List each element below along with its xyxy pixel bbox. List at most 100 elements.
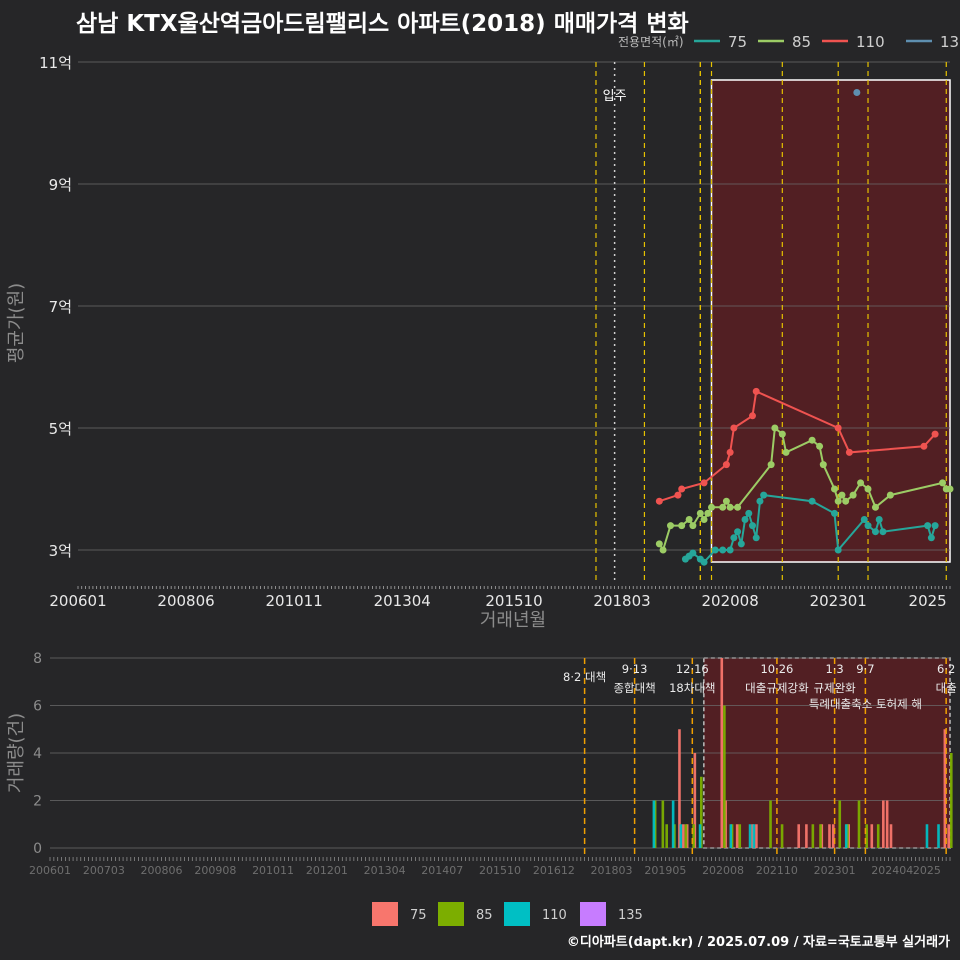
volume-bar-85	[950, 753, 953, 848]
data-point-85	[808, 436, 816, 444]
data-point-75	[730, 534, 738, 542]
volume-bar-75	[755, 824, 758, 848]
chart-stage: 삼남 KTX울산역금아드림팰리스 아파트(2018) 매매가격 변화 3억 5억 7…	[0, 0, 960, 960]
x-minor-ticks	[77, 586, 951, 589]
data-point-75	[931, 522, 939, 530]
data-point-85	[946, 485, 954, 493]
data-point-85	[838, 491, 846, 499]
data-point-75	[756, 497, 764, 505]
chart-canvas: 3억5억7억9억11억입주200601 200806 201011 201304 201…	[6, 33, 960, 926]
x-tick-label: 201803	[593, 592, 650, 610]
volume-x-tick-label: 201510	[479, 864, 521, 877]
x-tick-label: 200601	[49, 592, 106, 610]
data-point-110	[730, 424, 738, 432]
volume-bar-75	[947, 824, 950, 848]
data-point-85	[722, 497, 730, 505]
policy-name-label: 특례대출축소 토허제 해	[809, 697, 922, 711]
volume-bar-110	[844, 824, 848, 848]
volume-bar-85	[857, 800, 861, 848]
data-point-85	[886, 491, 894, 499]
volume-bar-75	[682, 824, 685, 848]
data-point-85	[857, 479, 865, 487]
move-in-label: 입주	[603, 89, 627, 104]
volume-bar-75	[828, 824, 831, 848]
policy-name-label: 규제완화	[813, 681, 856, 695]
data-point-75	[689, 549, 697, 557]
data-point-110	[700, 479, 708, 487]
data-point-85	[819, 461, 827, 469]
legend-label-110: 110	[856, 33, 885, 51]
data-point-75	[830, 509, 838, 517]
data-point-75	[864, 522, 872, 530]
volume-x-tick-label: 201011	[252, 864, 294, 877]
volume-bar-75	[870, 824, 874, 848]
volume-x-tick-label: 201612	[533, 864, 575, 877]
volume-bar-110	[679, 824, 683, 848]
x-tick-label: 201304	[374, 592, 431, 610]
data-point-110	[931, 430, 939, 438]
data-point-85	[689, 522, 697, 530]
legend-label-135: 135	[940, 33, 960, 51]
volume-bar-110	[925, 824, 929, 848]
data-point-75	[700, 558, 708, 566]
volume-x-tick-label: 202008	[702, 864, 744, 877]
volume-bar-85	[819, 824, 822, 848]
data-point-85	[678, 522, 686, 530]
data-point-135	[853, 89, 861, 96]
volume-bar-75	[885, 800, 889, 848]
data-point-85	[871, 503, 879, 511]
volume-legend-swatch-135	[580, 902, 606, 926]
volume-bar-85	[769, 800, 772, 848]
legend-label-75: 75	[728, 33, 747, 51]
data-point-85	[734, 503, 742, 511]
data-point-75	[752, 534, 760, 542]
volume-legend-label-110: 110	[542, 908, 567, 923]
volume-x-tick-label: 200806	[141, 864, 183, 877]
policy-date-label: 9·13	[622, 662, 648, 676]
data-point-85	[939, 479, 947, 487]
volume-bar-110	[698, 824, 702, 848]
x-tick-label: 202301	[810, 592, 867, 610]
data-point-75	[927, 534, 935, 542]
volume-legend-swatch-85	[438, 902, 464, 926]
credit-text: ©디아파트(dapt.kr) / 2025.07.09 / 자료=국토교통부 실…	[566, 935, 950, 950]
policy-name-label: 종합대책	[613, 681, 655, 695]
volume-bar-110	[671, 800, 675, 848]
volume-bar-110	[652, 800, 656, 848]
volume-bar-75	[720, 658, 724, 848]
data-point-110	[752, 387, 760, 395]
data-point-110	[748, 412, 756, 420]
y-axis-title: 평균가(원)	[6, 283, 27, 363]
volume-bar-75	[797, 824, 800, 848]
data-point-85	[696, 509, 704, 517]
data-point-85	[726, 503, 734, 511]
volume-bar-85	[811, 824, 815, 848]
legend-label-85: 85	[792, 33, 811, 51]
volume-bar-75	[735, 824, 739, 848]
data-point-85	[834, 497, 842, 505]
y-tick-label: 5억	[49, 420, 72, 438]
volume-y-tick-label: 0	[33, 841, 42, 857]
data-point-75	[748, 522, 756, 530]
data-point-85	[782, 448, 790, 456]
data-point-75	[875, 516, 883, 523]
data-point-75	[734, 528, 742, 536]
volume-x-tick-label: 201905	[644, 864, 686, 877]
data-point-110	[655, 497, 663, 505]
data-point-85	[685, 516, 693, 523]
x-tick-label: 200806	[157, 592, 214, 610]
data-point-85	[700, 516, 708, 523]
volume-bar-110	[748, 824, 752, 848]
data-point-75	[924, 522, 932, 530]
volume-bar-75	[882, 800, 885, 848]
data-point-110	[834, 424, 842, 432]
volume-bar-85	[692, 824, 695, 848]
volume-bar-75	[805, 824, 808, 848]
data-point-110	[726, 448, 734, 456]
volume-x-tick-label: 2025	[913, 864, 941, 877]
data-point-110	[845, 448, 853, 456]
volume-bar-85	[723, 705, 726, 848]
volume-bar-110	[752, 824, 756, 848]
volume-x-tick-label: 200703	[83, 864, 125, 877]
y-tick-label: 7억	[49, 298, 72, 316]
